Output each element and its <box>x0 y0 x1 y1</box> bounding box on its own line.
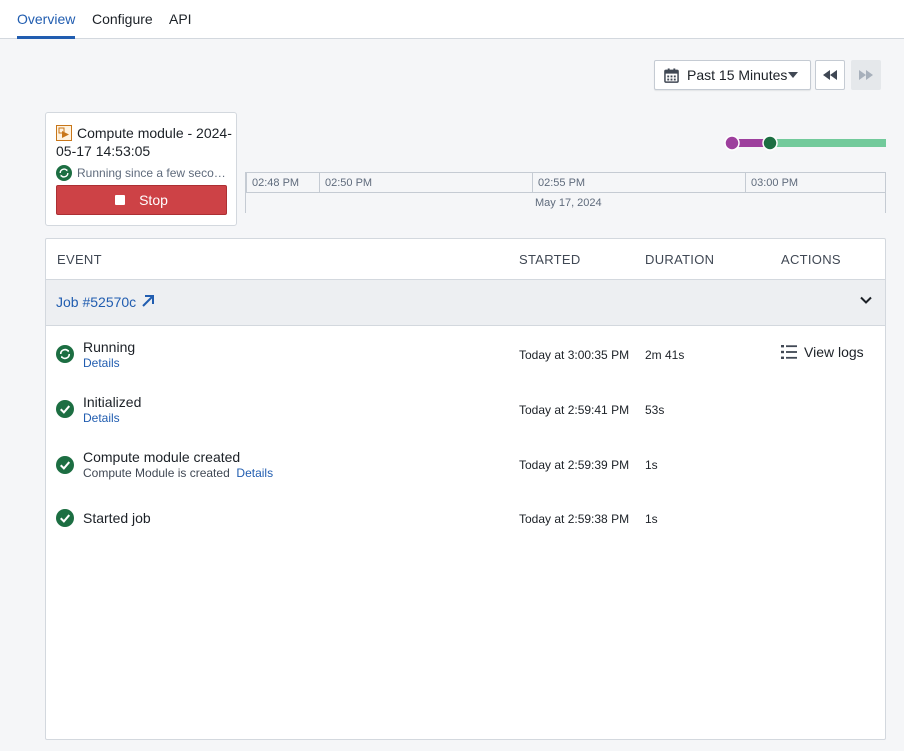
calendar-icon <box>664 67 679 83</box>
event-duration: 53s <box>645 403 665 417</box>
view-logs-button[interactable]: View logs <box>781 344 864 360</box>
event-row: Running Details Today at 3:00:35 PM 2m 4… <box>46 335 885 385</box>
module-status: Running since a few seconds ago <box>56 165 234 181</box>
event-row: Started job Today at 2:59:38 PM 1s <box>46 501 885 551</box>
time-range-label: Past 15 Minutes <box>687 67 788 83</box>
module-status-text: Running since a few seconds ago <box>77 166 232 180</box>
check-circle-icon <box>56 400 74 418</box>
event-started: Today at 2:59:41 PM <box>519 403 630 417</box>
axis-tick: 03:00 PM <box>745 173 798 193</box>
event-title: Compute module created <box>83 449 241 465</box>
running-status-icon <box>56 165 72 181</box>
event-subtext: Compute Module is created Details <box>83 466 273 480</box>
running-status-icon <box>56 345 74 363</box>
stop-button[interactable]: Stop <box>56 185 227 215</box>
view-logs-label: View logs <box>804 344 864 360</box>
tab-api[interactable]: API <box>169 0 192 39</box>
tab-configure[interactable]: Configure <box>92 0 153 39</box>
event-title: Running <box>83 339 136 355</box>
event-details-link[interactable]: Details <box>236 466 273 480</box>
event-row: Initialized Details Today at 2:59:41 PM … <box>46 390 885 440</box>
job-row[interactable]: Job #52570c <box>46 280 885 326</box>
timeline-state-bar <box>720 134 886 152</box>
column-header-event: EVENT <box>57 252 102 267</box>
event-title: Started job <box>83 510 151 526</box>
event-subtext: Details <box>83 356 120 370</box>
axis-tick: 02:50 PM <box>319 173 372 193</box>
column-header-duration: DURATION <box>645 252 715 267</box>
event-started: Today at 3:00:35 PM <box>519 348 630 362</box>
event-duration: 1s <box>645 512 658 526</box>
timeline-axis: 02:48 PM 02:50 PM 02:55 PM 03:00 PM May … <box>245 172 886 213</box>
event-started: Today at 2:59:39 PM <box>519 458 630 472</box>
event-started: Today at 2:59:38 PM <box>519 512 630 526</box>
event-title: Initialized <box>83 394 142 410</box>
axis-tick: 02:48 PM <box>246 173 299 193</box>
event-details-link[interactable]: Details <box>83 411 120 425</box>
job-link[interactable]: Job #52570c <box>56 294 136 310</box>
fast-forward-icon <box>859 70 873 80</box>
start-marker[interactable] <box>724 135 740 151</box>
chevron-down-icon[interactable] <box>860 296 872 305</box>
column-header-started: STARTED <box>519 252 581 267</box>
step-back-button[interactable] <box>815 60 845 90</box>
events-table-header: EVENT STARTED DURATION ACTIONS <box>46 239 885 280</box>
check-circle-icon <box>56 509 74 527</box>
running-marker[interactable] <box>762 135 778 151</box>
check-circle-icon <box>56 456 74 474</box>
stop-icon <box>115 195 126 205</box>
event-subtext: Details <box>83 411 120 425</box>
axis-date-label: May 17, 2024 <box>535 197 602 209</box>
open-external-arrow-icon[interactable] <box>140 293 156 309</box>
event-duration: 2m 41s <box>645 348 685 362</box>
running-segment <box>770 139 886 147</box>
caret-down-icon <box>788 72 798 78</box>
list-icon <box>781 345 797 359</box>
event-row: Compute module created Compute Module is… <box>46 446 885 496</box>
stop-button-label: Stop <box>139 192 168 208</box>
step-forward-button[interactable] <box>851 60 881 90</box>
module-title: Compute module - 2024-05-17 14:53:05 <box>56 125 232 159</box>
tab-overview[interactable]: Overview <box>17 0 76 39</box>
tab-bar: Overview Configure API <box>0 0 904 39</box>
compute-module-card: Compute module - 2024-05-17 14:53:05 Run… <box>45 112 237 226</box>
column-header-actions: ACTIONS <box>781 252 841 267</box>
events-panel: EVENT STARTED DURATION ACTIONS Job #5257… <box>45 238 886 740</box>
event-details-link[interactable]: Details <box>83 356 120 370</box>
event-duration: 1s <box>645 458 658 472</box>
axis-tick: 02:55 PM <box>532 173 585 193</box>
rewind-icon <box>823 70 837 80</box>
time-range-select[interactable]: Past 15 Minutes <box>654 60 811 90</box>
event-subtext-label: Compute Module is created <box>83 466 230 480</box>
